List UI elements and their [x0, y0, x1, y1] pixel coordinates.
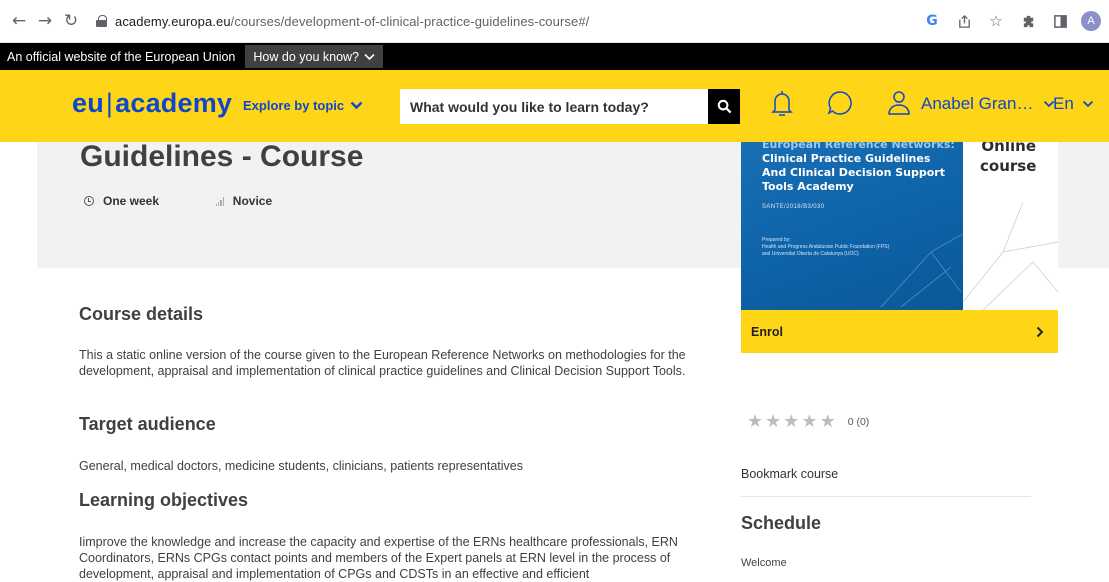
network-decoration: [880, 233, 963, 308]
cover-prep-3: and Universitat Oberta de Catalunya (UOC…: [762, 251, 859, 257]
search-icon: [717, 99, 731, 114]
explore-by-topic-button[interactable]: Explore by topic: [243, 98, 363, 113]
user-name: Anabel Gran…: [921, 94, 1034, 113]
chevron-down-icon: [1082, 100, 1093, 108]
rating-count: 0 (0): [847, 415, 870, 428]
back-arrow-icon[interactable]: ←: [6, 8, 32, 34]
cover-title: European Reference Networks: Clinical Pr…: [762, 142, 962, 194]
target-audience-text: General, medical doctors, medicine stude…: [79, 459, 523, 473]
star-icon[interactable]: ★: [765, 411, 781, 432]
cover-line-2: Clinical Practice Guidelines: [762, 152, 931, 165]
official-text: An official website of the European Unio…: [7, 49, 236, 64]
online-course-badge: Online course: [963, 142, 1058, 310]
rating-stars[interactable]: ★ ★ ★ ★ ★ 0 (0): [747, 411, 869, 432]
url-host: academy.europa.eu: [115, 13, 231, 29]
messages-chat-icon[interactable]: [826, 88, 854, 125]
profile-avatar[interactable]: A: [1081, 11, 1101, 31]
network-lines-decoration: [963, 201, 1058, 310]
duration-text: One week: [103, 194, 160, 208]
logo-separator: |: [105, 88, 114, 118]
notifications-bell-icon[interactable]: [770, 88, 794, 125]
target-audience-heading: Target audience: [79, 414, 216, 434]
online-line-1: Online: [981, 142, 1036, 155]
online-course-label: Online course: [980, 142, 1036, 176]
sidebar-divider: [741, 496, 1031, 497]
learning-objectives-text: Iimprove the knowledge and increase the …: [79, 535, 678, 581]
course-details-heading: Course details: [79, 304, 204, 324]
star-icon[interactable]: ★: [783, 411, 799, 432]
star-icon[interactable]: ★: [747, 411, 763, 432]
eu-official-bar: An official website of the European Unio…: [0, 43, 1109, 70]
chevron-down-icon: [364, 53, 375, 60]
forward-arrow-icon[interactable]: →: [32, 8, 58, 34]
extensions-icon[interactable]: [1017, 8, 1039, 34]
cover-line-4: Tools Academy: [762, 180, 854, 193]
browser-toolbar: ← → ↻ academy.europa.eu/courses/developm…: [0, 0, 1109, 43]
enrol-label: Enrol: [751, 324, 783, 339]
language-label: En: [1053, 94, 1074, 113]
cover-prep-2: Health and Progress Andalusian Public Fo…: [762, 244, 890, 250]
star-icon[interactable]: ★: [820, 411, 836, 432]
cover-prepared-by: Prepared by: Health and Progress Andalus…: [762, 237, 942, 258]
enrol-button[interactable]: Enrol: [741, 310, 1058, 353]
cover-prep-1: Prepared by:: [762, 237, 791, 243]
cover-code: SANTE/2018/B3/030: [762, 204, 825, 210]
how-know-label: How do you know?: [253, 49, 360, 64]
course-details-text: This a static online version of the cour…: [79, 348, 686, 378]
level-bars-icon: [216, 196, 224, 206]
address-bar[interactable]: academy.europa.eu/courses/development-of…: [115, 14, 589, 29]
url-path: /courses/development-of-clinical-practic…: [230, 13, 590, 29]
share-icon[interactable]: [953, 8, 975, 34]
schedule-heading: Schedule: [741, 513, 822, 533]
course-meta: One week Novice: [84, 194, 272, 208]
level-text: Novice: [232, 194, 273, 208]
duration-item: One week: [84, 194, 159, 208]
learning-objectives-heading: Learning objectives: [79, 490, 249, 510]
course-cover-image: European Reference Networks: Clinical Pr…: [741, 142, 963, 310]
star-bookmark-icon[interactable]: ☆: [985, 8, 1007, 34]
search-input[interactable]: [400, 89, 711, 124]
side-panel-icon[interactable]: [1049, 8, 1071, 34]
eu-academy-logo[interactable]: eu|academy: [72, 88, 232, 119]
star-icon[interactable]: ★: [801, 411, 817, 432]
cover-line-1: European Reference Networks:: [762, 142, 955, 151]
chevron-right-icon: [1036, 326, 1044, 337]
logo-eu: eu: [72, 88, 104, 118]
bookmark-course-link[interactable]: Bookmark course: [741, 467, 838, 481]
lock-icon[interactable]: [96, 15, 107, 27]
site-header: eu|academy Explore by topic Anabel Gran……: [0, 70, 1109, 142]
user-profile-icon[interactable]: [886, 88, 912, 125]
language-selector[interactable]: En: [1053, 94, 1094, 114]
level-item: Novice: [216, 194, 272, 208]
user-menu-button[interactable]: Anabel Gran…: [921, 94, 1055, 114]
schedule-item-welcome[interactable]: Welcome: [741, 557, 787, 569]
reload-icon[interactable]: ↻: [58, 8, 84, 34]
cover-line-3: And Clinical Decision Support: [762, 166, 945, 179]
online-line-2: course: [980, 157, 1037, 175]
course-title: Guidelines - Course: [80, 140, 364, 173]
chevron-down-icon: [350, 101, 363, 110]
explore-label: Explore by topic: [243, 98, 345, 113]
clock-icon: [84, 196, 94, 206]
google-icon[interactable]: G: [921, 8, 943, 34]
search-button[interactable]: [708, 89, 740, 124]
logo-academy: academy: [115, 88, 233, 118]
how-do-you-know-button[interactable]: How do you know?: [245, 45, 384, 68]
